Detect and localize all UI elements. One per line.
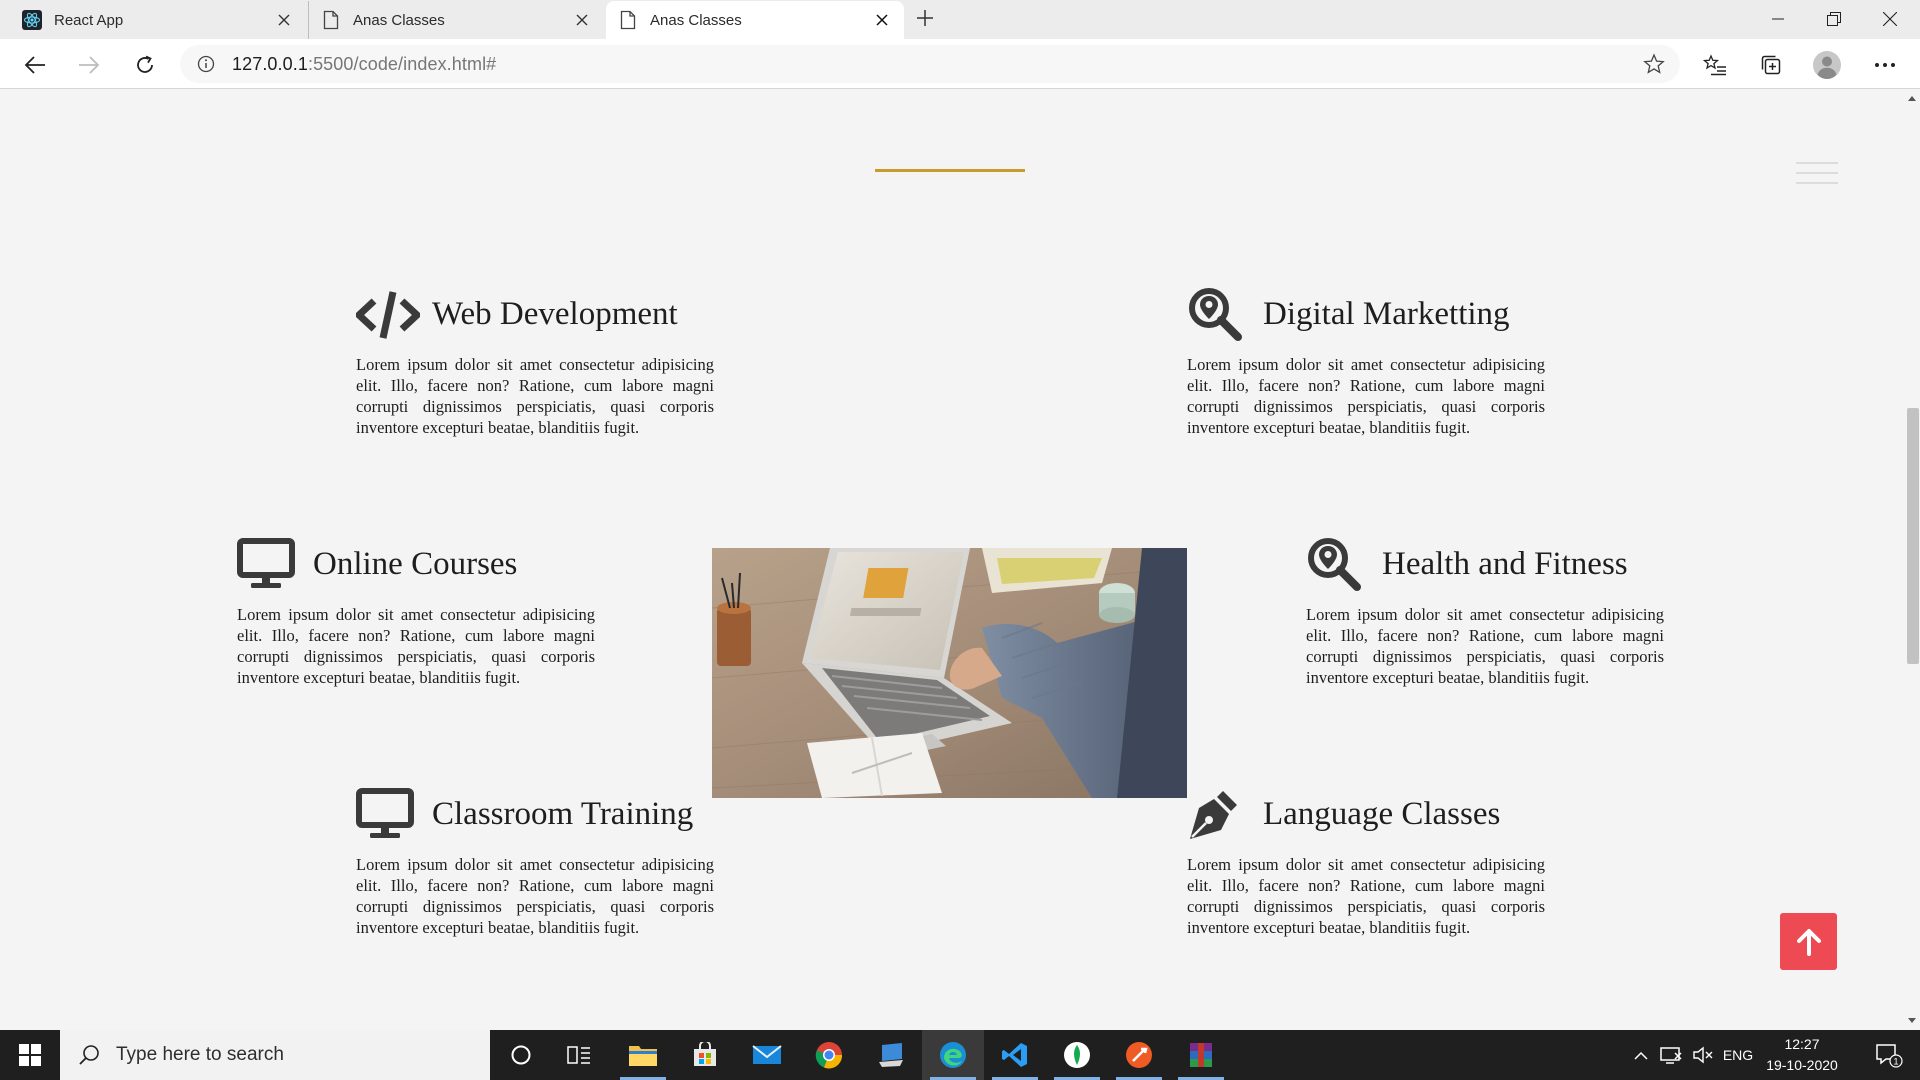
notification-count: 1 [1893,1057,1898,1067]
service-description: Lorem ipsum dolor sit amet consectetur a… [356,355,714,437]
service-description: Lorem ipsum dolor sit amet consectetur a… [1187,855,1545,937]
pen-nib-icon [1187,784,1251,844]
service-title: Online Courses [313,545,518,582]
service-title: Health and Fitness [1382,545,1628,582]
microsoft-store-icon[interactable] [674,1030,736,1080]
new-tab-button[interactable] [912,5,938,31]
service-title: Web Development [432,295,678,332]
url-host: 127.0.0.1 [232,53,308,74]
collections-icon[interactable] [1754,48,1788,82]
service-card: Language Classes Lorem ipsum dolor sit a… [1187,784,1545,938]
react-icon [22,10,42,30]
page-scrollbar[interactable] [1904,90,1920,1030]
service-card: Online Courses Lorem ipsum dolor sit ame… [237,534,595,688]
mail-icon[interactable] [736,1030,798,1080]
desktop-icon [356,784,420,844]
cortana-icon[interactable] [490,1030,552,1080]
hamburger-menu-icon[interactable] [1796,162,1838,184]
back-button[interactable] [18,48,52,82]
postman-icon[interactable] [1108,1030,1170,1080]
show-hidden-icons-chevron-icon[interactable] [1628,1030,1654,1080]
chrome-icon[interactable] [798,1030,860,1080]
more-menu-icon[interactable] [1868,48,1902,82]
notification-center-icon[interactable]: 1 [1864,1030,1914,1080]
arrow-up-icon [1796,928,1821,956]
windows-start-button[interactable] [0,1030,60,1080]
service-description: Lorem ipsum dolor sit amet consectetur a… [1187,355,1545,437]
page-icon [321,10,341,30]
search-icon [76,1042,102,1068]
close-tab-icon[interactable] [870,8,894,32]
volume-muted-icon[interactable] [1688,1030,1718,1080]
laptop-desk-photo [712,548,1187,798]
url-path: :5500/code/index.html# [307,53,497,74]
windows-taskbar: Type here to search ENG 12:27 19-10-2020… [0,1030,1920,1080]
scroll-up-arrow-icon[interactable] [1908,96,1916,101]
page-viewport: Web Development Lorem ipsum dolor sit am… [0,90,1904,1030]
close-tab-icon[interactable] [272,8,296,32]
browser-tab-active[interactable]: Anas Classes [606,1,904,39]
mongodb-compass-icon[interactable] [1046,1030,1108,1080]
file-explorer-icon[interactable] [612,1030,674,1080]
browser-toolbar: 127.0.0.1:5500/code/index.html# [0,39,1920,89]
tab-title: Anas Classes [353,11,445,29]
forward-button[interactable] [72,48,106,82]
browser-tab[interactable]: React App [10,1,306,39]
page-icon [618,10,638,30]
taskbar-search-placeholder: Type here to search [116,1044,284,1065]
service-description: Lorem ipsum dolor sit amet consectetur a… [356,855,714,937]
browser-tab[interactable]: Anas Classes [308,1,604,39]
back-to-top-button[interactable] [1780,913,1837,970]
desktop-icon [237,534,301,594]
browser-tab-bar: React App Anas Classes Anas Classes [0,0,1920,39]
scroll-down-arrow-icon[interactable] [1908,1018,1916,1023]
service-title: Digital Marketting [1263,295,1510,332]
search-location-icon [1187,284,1251,344]
language-indicator[interactable]: ENG [1720,1030,1756,1080]
clock-date: 19-10-2020 [1766,1057,1838,1073]
windows-logo-icon [19,1044,41,1066]
favorite-star-icon[interactable] [1642,52,1666,76]
url-text: 127.0.0.1:5500/code/index.html# [232,54,496,75]
service-card: Digital Marketting Lorem ipsum dolor sit… [1187,284,1545,438]
service-card: Classroom Training Lorem ipsum dolor sit… [356,784,714,938]
taskbar-search-box[interactable]: Type here to search [60,1030,490,1080]
vscode-icon[interactable] [984,1030,1046,1080]
service-description: Lorem ipsum dolor sit amet consectetur a… [1306,605,1664,687]
network-icon[interactable] [1656,1030,1686,1080]
service-title: Classroom Training [432,795,694,832]
profile-avatar[interactable] [1810,48,1844,82]
code-icon [356,284,420,344]
system-clock[interactable]: 12:27 19-10-2020 [1752,1034,1852,1076]
tab-title: React App [54,11,124,29]
favorites-icon[interactable] [1698,48,1732,82]
service-title: Language Classes [1263,795,1501,832]
service-description: Lorem ipsum dolor sit amet consectetur a… [237,605,595,687]
search-location-icon [1306,534,1370,594]
clock-time: 12:27 [1784,1036,1820,1052]
service-card: Health and Fitness Lorem ipsum dolor sit… [1306,534,1664,688]
task-view-icon[interactable] [548,1030,610,1080]
restore-button[interactable] [1806,0,1862,38]
service-card: Web Development Lorem ipsum dolor sit am… [356,284,714,438]
close-window-button[interactable] [1862,0,1918,38]
tab-title: Anas Classes [650,11,742,29]
address-bar[interactable]: 127.0.0.1:5500/code/index.html# [180,45,1680,83]
close-tab-icon[interactable] [570,8,594,32]
scrollbar-thumb[interactable] [1907,408,1919,664]
edge-icon[interactable] [922,1030,984,1080]
section-title-underline [875,169,1025,172]
winrar-icon[interactable] [1170,1030,1232,1080]
refresh-button[interactable] [128,48,162,82]
remote-desktop-icon[interactable] [860,1030,922,1080]
info-icon[interactable] [194,52,218,76]
minimize-button[interactable] [1750,0,1806,38]
